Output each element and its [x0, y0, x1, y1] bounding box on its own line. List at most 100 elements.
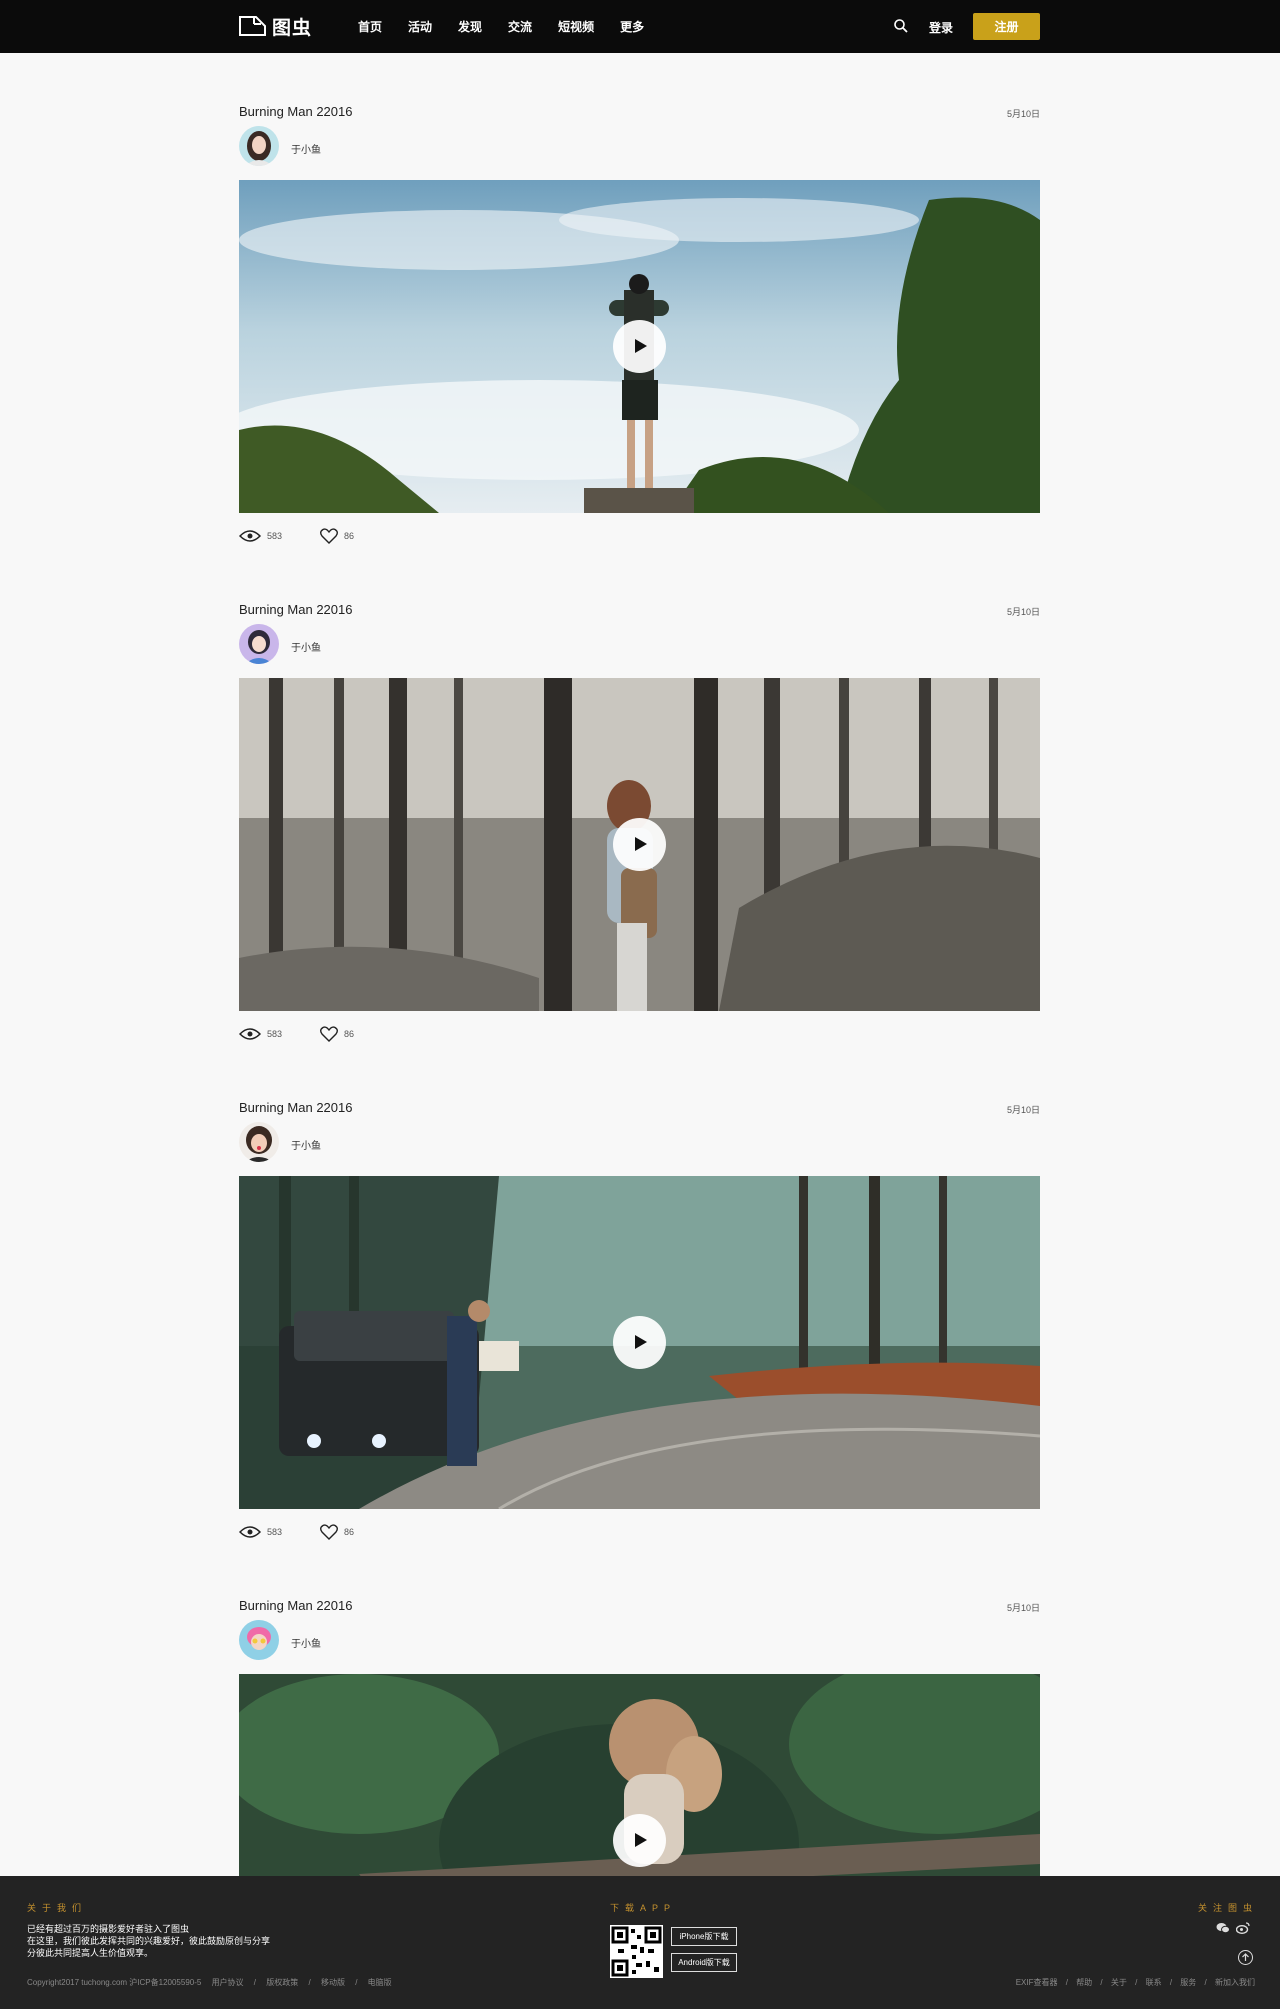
likes-stat[interactable]: 86: [320, 1524, 354, 1540]
social-icons: [1216, 1922, 1250, 1934]
avatar[interactable]: [239, 1122, 279, 1162]
post-card: Burning Man 22016 5月10日 于小鱼: [239, 1100, 1040, 1550]
views-count: 583: [267, 1527, 283, 1537]
avatar[interactable]: [239, 126, 279, 166]
post-date: 5月10日: [1006, 1603, 1040, 1613]
main-nav: 首页 活动 发现 交流 短视频 更多: [358, 0, 670, 53]
post-title[interactable]: Burning Man 22016: [239, 104, 352, 119]
nav-home[interactable]: 首页: [358, 18, 382, 35]
footer-link-contact[interactable]: 联系: [1146, 1978, 1162, 1987]
tuchong-logo[interactable]: 图虫: [239, 14, 313, 39]
separator: /: [1065, 1978, 1068, 1987]
post-stats: 583 86: [239, 528, 392, 544]
likes-stat[interactable]: 86: [320, 1026, 354, 1042]
footer-link-copyright-policy[interactable]: 版权政策: [266, 1978, 298, 1987]
login-link[interactable]: 登录: [929, 19, 953, 36]
post-date: 5月10日: [1006, 109, 1040, 119]
footer-link-mobile[interactable]: 移动版: [321, 1978, 345, 1987]
footer-right-links: EXIF查看器 / 帮助 / 关于 / 联系 / 服务 / 新加入我们: [1010, 1977, 1255, 1988]
post-date: 5月10日: [1006, 607, 1040, 617]
eye-icon: [239, 1526, 261, 1538]
separator: /: [1135, 1978, 1138, 1987]
nav-activity[interactable]: 活动: [408, 18, 432, 35]
download-heading: 下载APP: [610, 1903, 677, 1913]
likes-stat[interactable]: 86: [320, 528, 354, 544]
eye-icon: [239, 1028, 261, 1040]
post-stats: 583 86: [239, 1524, 392, 1540]
views-stat: 583: [239, 529, 282, 543]
post-title[interactable]: Burning Man 22016: [239, 602, 352, 617]
footer-link-terms[interactable]: 用户协议: [212, 1978, 244, 1987]
footer-link-join[interactable]: 新加入我们: [1215, 1978, 1255, 1987]
arrow-up-icon: [1242, 1953, 1249, 1961]
separator: /: [253, 1978, 257, 1987]
views-stat: 583: [239, 1027, 282, 1041]
post-card: Burning Man 22016 5月10日 于小鱼: [239, 602, 1040, 1052]
footer-link-service[interactable]: 服务: [1180, 1978, 1196, 1987]
video-thumbnail[interactable]: [239, 1176, 1040, 1509]
footer-link-about[interactable]: 关于: [1111, 1978, 1127, 1987]
android-download-button[interactable]: Android版下载: [671, 1953, 737, 1972]
separator: /: [1204, 1978, 1207, 1987]
nav-discover[interactable]: 发现: [458, 18, 482, 35]
about-line: 分彼此共同提高人生价值观享。: [27, 1948, 154, 1958]
post-card: Burning Man 22016 5月10日 于小鱼: [239, 1598, 1040, 1876]
about-description: 已经有超过百万的摄影爱好者驻入了图虫 在这里，我们彼此发挥共同的兴趣爱好，彼此鼓…: [27, 1923, 270, 1959]
search-icon[interactable]: [893, 18, 909, 34]
avatar[interactable]: [239, 624, 279, 664]
author-name[interactable]: 于小鱼: [291, 1137, 321, 1152]
logo-text: 图虫: [272, 17, 313, 39]
author-name[interactable]: 于小鱼: [291, 1635, 321, 1650]
play-button[interactable]: [613, 320, 666, 373]
views-count: 583: [267, 1029, 283, 1039]
logo-mark-icon: [239, 16, 266, 36]
wechat-icon[interactable]: [1216, 1922, 1230, 1934]
play-button[interactable]: [613, 1316, 666, 1369]
views-count: 583: [267, 531, 283, 541]
qr-code: [610, 1925, 663, 1978]
video-thumbnail[interactable]: [239, 1674, 1040, 1876]
signup-button[interactable]: 注册: [973, 13, 1040, 40]
separator: /: [1169, 1978, 1173, 1987]
about-line: 已经有超过百万的摄影爱好者驻入了图虫: [27, 1924, 190, 1934]
post-stats: 583 86: [239, 1026, 392, 1042]
about-line: 在这里，我们彼此发挥共同的兴趣爱好，彼此鼓励原创与分享: [27, 1936, 271, 1946]
follow-heading: 关注图虫: [1198, 1903, 1259, 1913]
avatar[interactable]: [239, 1620, 279, 1660]
copyright-text: Copyright2017 tuchong.com 沪ICP备12005590-…: [27, 1978, 202, 1987]
post-card: Burning Man 22016 5月10日 于小鱼: [239, 104, 1040, 554]
author-name[interactable]: 于小鱼: [291, 141, 321, 156]
top-navigation-bar: 图虫 首页 活动 发现 交流 短视频 更多 登录 注册: [0, 0, 1280, 53]
footer-link-exif[interactable]: EXIF查看器: [1016, 1978, 1058, 1987]
separator: /: [355, 1978, 358, 1987]
heart-icon[interactable]: [320, 1026, 338, 1042]
eye-icon: [239, 530, 261, 542]
play-button[interactable]: [613, 818, 666, 871]
post-title[interactable]: Burning Man 22016: [239, 1598, 352, 1613]
post-date: 5月10日: [1006, 1105, 1040, 1115]
play-button[interactable]: [613, 1814, 666, 1867]
video-thumbnail[interactable]: [239, 180, 1040, 513]
heart-icon[interactable]: [320, 528, 338, 544]
footer-link-help[interactable]: 帮助: [1076, 1978, 1092, 1987]
post-title[interactable]: Burning Man 22016: [239, 1100, 352, 1115]
likes-count: 86: [344, 531, 355, 541]
nav-short-video[interactable]: 短视频: [558, 18, 594, 35]
nav-community[interactable]: 交流: [508, 18, 532, 35]
about-heading: 关于我们: [27, 1903, 88, 1913]
author-name[interactable]: 于小鱼: [291, 639, 321, 654]
back-to-top-button[interactable]: [1238, 1950, 1253, 1965]
nav-more[interactable]: 更多: [620, 18, 644, 35]
iphone-download-button[interactable]: iPhone版下载: [671, 1927, 737, 1946]
heart-icon[interactable]: [320, 1524, 338, 1540]
separator: /: [308, 1978, 311, 1987]
footer-link-desktop[interactable]: 电脑版: [368, 1978, 392, 1987]
weibo-icon[interactable]: [1236, 1922, 1250, 1934]
copyright-row: Copyright2017 tuchong.com 沪ICP备12005590-…: [27, 1977, 400, 1988]
likes-count: 86: [344, 1029, 355, 1039]
video-thumbnail[interactable]: [239, 678, 1040, 1011]
site-footer: 关于我们 已经有超过百万的摄影爱好者驻入了图虫 在这里，我们彼此发挥共同的兴趣爱…: [0, 1876, 1280, 2009]
views-stat: 583: [239, 1525, 282, 1539]
likes-count: 86: [344, 1527, 355, 1537]
separator: /: [1100, 1978, 1103, 1987]
